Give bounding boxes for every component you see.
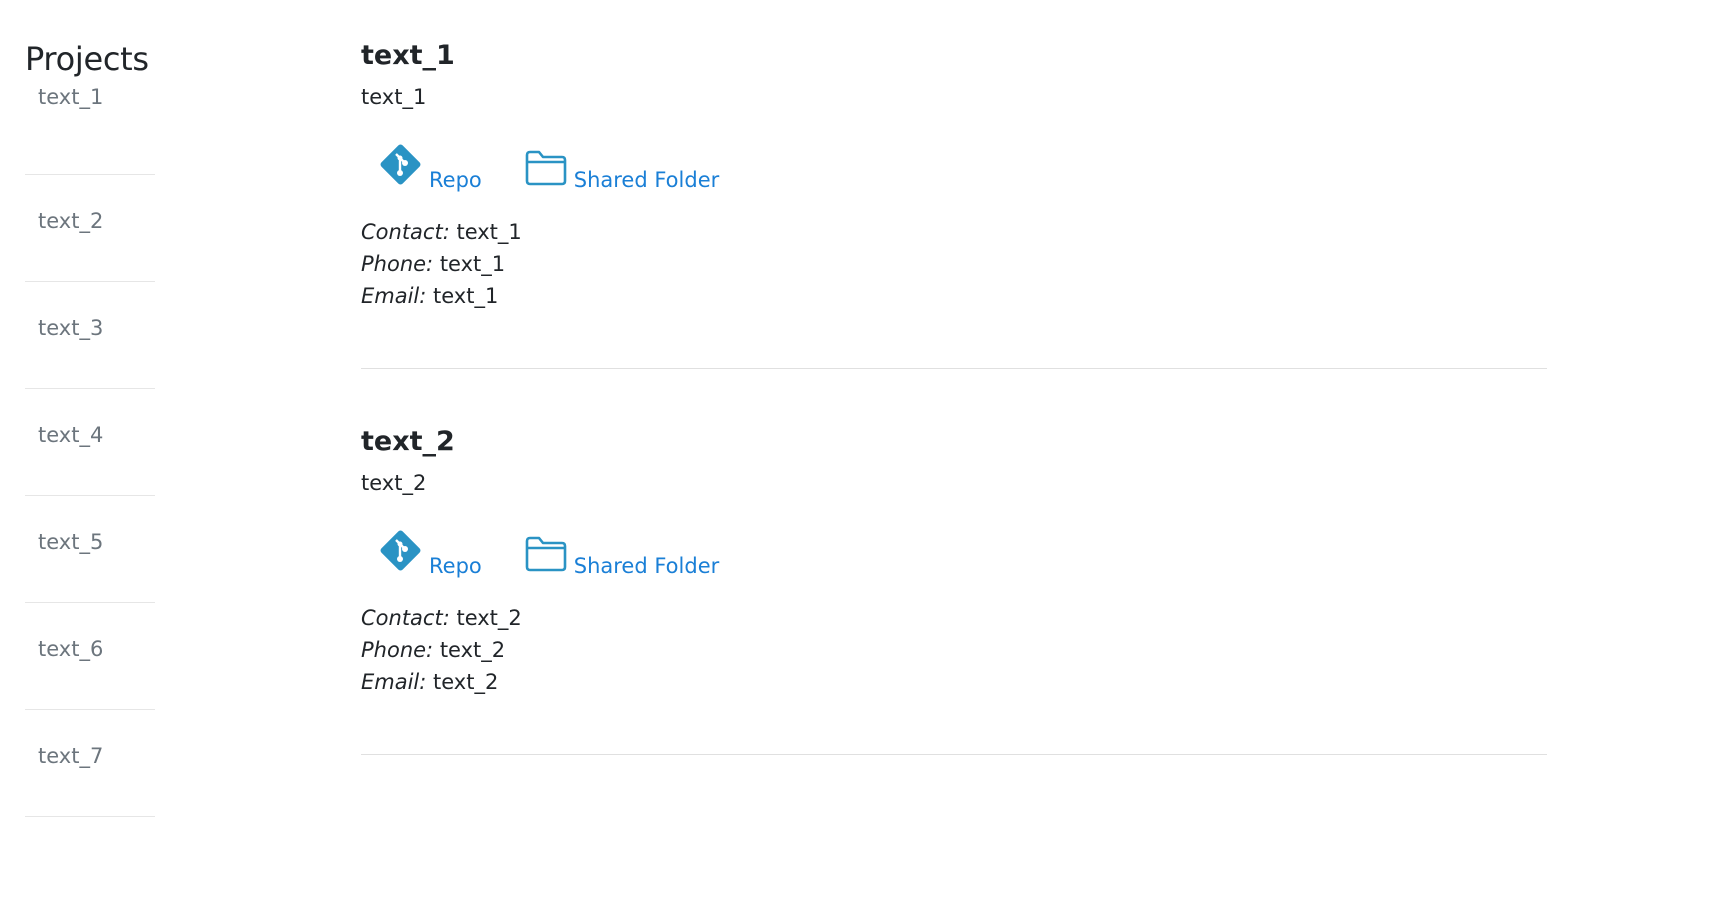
phone-label: Phone: bbox=[361, 252, 434, 276]
project-card: text_2 text_2 Repo Shared Folder Contact… bbox=[361, 422, 1547, 755]
sidebar-item-label: text_4 bbox=[38, 423, 104, 447]
sidebar-item-text-4[interactable]: text_4 bbox=[25, 389, 155, 496]
repo-link[interactable]: Repo bbox=[378, 528, 482, 580]
phone-label: Phone: bbox=[361, 638, 434, 662]
project-description: text_1 bbox=[361, 85, 427, 109]
page: Projects text_1 text_2 text_3 text_4 tex… bbox=[0, 0, 1727, 924]
sidebar: Projects text_1 text_2 text_3 text_4 tex… bbox=[25, 36, 155, 817]
sidebar-item-label: text_6 bbox=[38, 637, 104, 661]
phone-line: Phone: text_2 bbox=[361, 634, 1547, 666]
project-description: text_2 bbox=[361, 471, 427, 495]
project-links: Repo Shared Folder bbox=[361, 530, 1547, 580]
sidebar-item-label: text_7 bbox=[38, 744, 104, 768]
contact-label: Contact: bbox=[361, 606, 450, 630]
project-card: text_1 text_1 Repo Shared Folder Contact… bbox=[361, 36, 1547, 369]
folder-icon bbox=[524, 535, 568, 580]
sidebar-item-text-1[interactable]: text_1 bbox=[25, 82, 155, 175]
sidebar-list: text_1 text_2 text_3 text_4 text_5 text_… bbox=[25, 82, 155, 817]
email-label: Email: bbox=[361, 670, 427, 694]
sidebar-item-label: text_1 bbox=[38, 85, 104, 109]
shared-folder-label: Shared Folder bbox=[573, 168, 720, 192]
sidebar-item-text-6[interactable]: text_6 bbox=[25, 603, 155, 710]
contact-value: text_1 bbox=[449, 220, 522, 244]
contact-line: Contact: text_2 bbox=[361, 602, 1547, 634]
contact-info: Contact: text_1 Phone: text_1 Email: tex… bbox=[361, 216, 1547, 368]
repo-label: Repo bbox=[429, 554, 482, 578]
git-icon bbox=[378, 142, 423, 194]
sidebar-item-label: text_5 bbox=[38, 530, 104, 554]
project-title: text_1 bbox=[361, 40, 455, 71]
contact-info: Contact: text_2 Phone: text_2 Email: tex… bbox=[361, 602, 1547, 754]
git-icon bbox=[378, 528, 423, 580]
project-links: Repo Shared Folder bbox=[361, 144, 1547, 194]
email-value: text_2 bbox=[426, 670, 499, 694]
phone-value: text_2 bbox=[433, 638, 506, 662]
email-label: Email: bbox=[361, 284, 427, 308]
contact-value: text_2 bbox=[449, 606, 522, 630]
folder-icon bbox=[524, 149, 568, 194]
phone-value: text_1 bbox=[433, 252, 506, 276]
shared-folder-link[interactable]: Shared Folder bbox=[524, 535, 720, 580]
sidebar-item-text-2[interactable]: text_2 bbox=[25, 175, 155, 282]
shared-folder-label: Shared Folder bbox=[573, 554, 720, 578]
repo-link[interactable]: Repo bbox=[378, 142, 482, 194]
sidebar-item-text-5[interactable]: text_5 bbox=[25, 496, 155, 603]
shared-folder-link[interactable]: Shared Folder bbox=[524, 149, 720, 194]
phone-line: Phone: text_1 bbox=[361, 248, 1547, 280]
contact-label: Contact: bbox=[361, 220, 450, 244]
email-line: Email: text_1 bbox=[361, 280, 1547, 312]
email-value: text_1 bbox=[426, 284, 499, 308]
project-title: text_2 bbox=[361, 426, 455, 457]
sidebar-item-text-7[interactable]: text_7 bbox=[25, 710, 155, 817]
main-content: text_1 text_1 Repo Shared Folder Contact… bbox=[361, 36, 1547, 755]
sidebar-title: Projects bbox=[25, 40, 149, 78]
sidebar-item-label: text_2 bbox=[38, 209, 104, 233]
sidebar-item-label: text_3 bbox=[38, 316, 104, 340]
sidebar-item-text-3[interactable]: text_3 bbox=[25, 282, 155, 389]
email-line: Email: text_2 bbox=[361, 666, 1547, 698]
repo-label: Repo bbox=[429, 168, 482, 192]
contact-line: Contact: text_1 bbox=[361, 216, 1547, 248]
